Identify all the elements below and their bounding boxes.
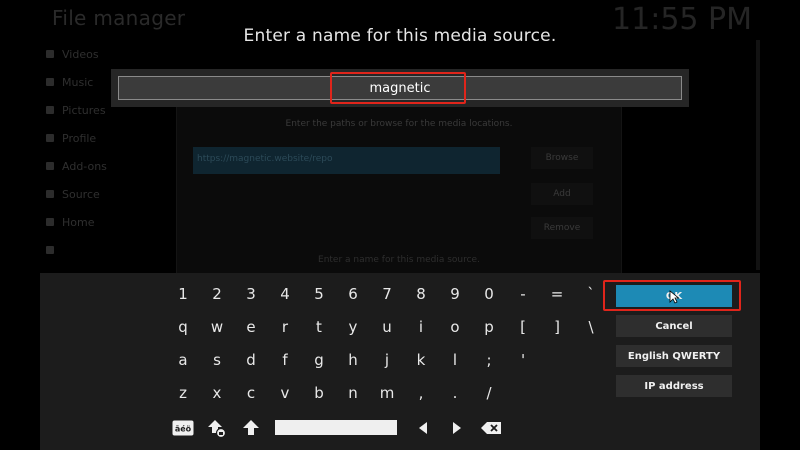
key[interactable]: 4 bbox=[268, 277, 302, 310]
background-scrollbar bbox=[756, 40, 760, 270]
key[interactable]: l bbox=[438, 343, 472, 376]
add-source-dialog: Enter the paths or browse for the media … bbox=[176, 104, 622, 274]
key[interactable]: c bbox=[234, 376, 268, 409]
key[interactable]: g bbox=[302, 343, 336, 376]
folder-icon bbox=[46, 218, 54, 226]
backspace-key[interactable] bbox=[474, 412, 508, 444]
key[interactable]: k bbox=[404, 343, 438, 376]
key[interactable]: n bbox=[336, 376, 370, 409]
key[interactable]: 7 bbox=[370, 277, 404, 310]
shift-key[interactable] bbox=[234, 412, 268, 444]
list-item: Profile bbox=[46, 124, 176, 152]
cursor-left-key[interactable] bbox=[406, 412, 440, 444]
add-button: Add bbox=[531, 183, 593, 205]
key[interactable]: e bbox=[234, 310, 268, 343]
folder-icon bbox=[46, 78, 54, 86]
key[interactable]: a bbox=[166, 343, 200, 376]
key[interactable]: i bbox=[404, 310, 438, 343]
key[interactable]: 8 bbox=[404, 277, 438, 310]
key[interactable]: t bbox=[302, 310, 336, 343]
key-row-home: a s d f g h j k l ; ' bbox=[166, 343, 608, 376]
shift-lock-icon bbox=[208, 420, 227, 438]
key[interactable]: 6 bbox=[336, 277, 370, 310]
key[interactable]: - bbox=[506, 277, 540, 310]
key[interactable]: ` bbox=[574, 277, 608, 310]
on-screen-keyboard: 1 2 3 4 5 6 7 8 9 0 - = ` q w e r t y u … bbox=[40, 273, 760, 450]
key[interactable]: [ bbox=[506, 310, 540, 343]
shift-lock-key[interactable] bbox=[200, 412, 234, 444]
key[interactable]: p bbox=[472, 310, 506, 343]
key[interactable]: 5 bbox=[302, 277, 336, 310]
key[interactable]: o bbox=[438, 310, 472, 343]
browse-button: Browse bbox=[531, 147, 593, 169]
dialog-prompt: Enter a name for this media source. bbox=[243, 26, 557, 46]
key[interactable]: d bbox=[234, 343, 268, 376]
name-input-container bbox=[111, 69, 689, 107]
key[interactable]: ; bbox=[472, 343, 506, 376]
keyboard-layout-button[interactable]: English QWERTY bbox=[616, 345, 732, 367]
key[interactable]: ' bbox=[506, 343, 540, 376]
arrow-right-icon bbox=[453, 422, 461, 434]
key[interactable]: . bbox=[438, 376, 472, 409]
key[interactable]: m bbox=[370, 376, 404, 409]
cancel-button[interactable]: Cancel bbox=[616, 315, 732, 337]
folder-icon bbox=[46, 50, 54, 58]
key[interactable]: 2 bbox=[200, 277, 234, 310]
key[interactable]: x bbox=[200, 376, 234, 409]
key[interactable]: b bbox=[302, 376, 336, 409]
key[interactable]: / bbox=[472, 376, 506, 409]
key[interactable]: f bbox=[268, 343, 302, 376]
key[interactable]: y bbox=[336, 310, 370, 343]
key[interactable]: 3 bbox=[234, 277, 268, 310]
key[interactable]: 1 bbox=[166, 277, 200, 310]
key[interactable]: w bbox=[200, 310, 234, 343]
key-grid: 1 2 3 4 5 6 7 8 9 0 - = ` q w e r t y u … bbox=[166, 277, 608, 409]
space-bar[interactable] bbox=[275, 420, 397, 435]
symbols-icon: āéö bbox=[172, 420, 194, 436]
cursor-right-key[interactable] bbox=[440, 412, 474, 444]
folder-icon bbox=[46, 106, 54, 114]
key[interactable]: h bbox=[336, 343, 370, 376]
symbols-key[interactable]: āéö bbox=[166, 412, 200, 444]
key[interactable]: s bbox=[200, 343, 234, 376]
folder-icon bbox=[46, 246, 54, 254]
key[interactable]: 9 bbox=[438, 277, 472, 310]
key[interactable]: z bbox=[166, 376, 200, 409]
source-name-input[interactable] bbox=[118, 76, 682, 100]
mouse-pointer-icon bbox=[669, 290, 679, 304]
key[interactable]: = bbox=[540, 277, 574, 310]
arrow-left-icon bbox=[419, 422, 427, 434]
key-row-top: q w e r t y u i o p [ ] \ bbox=[166, 310, 608, 343]
key[interactable]: 0 bbox=[472, 277, 506, 310]
key[interactable]: v bbox=[268, 376, 302, 409]
key[interactable]: q bbox=[166, 310, 200, 343]
key-row-bottom: z x c v b n m , . / bbox=[166, 376, 608, 409]
folder-icon bbox=[46, 190, 54, 198]
key[interactable]: , bbox=[404, 376, 438, 409]
folder-icon bbox=[46, 134, 54, 142]
name-hint: Enter a name for this media source. bbox=[318, 255, 480, 265]
remove-button: Remove bbox=[531, 217, 593, 239]
backspace-icon bbox=[481, 422, 501, 434]
key[interactable]: \ bbox=[574, 310, 608, 343]
key[interactable]: ] bbox=[540, 310, 574, 343]
list-item: Add-ons bbox=[46, 152, 176, 180]
list-item: Source bbox=[46, 180, 176, 208]
list-item bbox=[46, 236, 176, 264]
paths-hint: Enter the paths or browse for the media … bbox=[285, 119, 513, 129]
key-row-numbers: 1 2 3 4 5 6 7 8 9 0 - = ` bbox=[166, 277, 608, 310]
key[interactable]: j bbox=[370, 343, 404, 376]
shift-icon bbox=[243, 420, 259, 435]
folder-icon bbox=[46, 162, 54, 170]
ip-address-button[interactable]: IP address bbox=[616, 375, 732, 397]
key[interactable]: r bbox=[268, 310, 302, 343]
list-item: Home bbox=[46, 208, 176, 236]
svg-text:āéö: āéö bbox=[175, 424, 192, 434]
key[interactable]: u bbox=[370, 310, 404, 343]
source-path-field: https://magnetic.website/repo bbox=[193, 147, 500, 174]
